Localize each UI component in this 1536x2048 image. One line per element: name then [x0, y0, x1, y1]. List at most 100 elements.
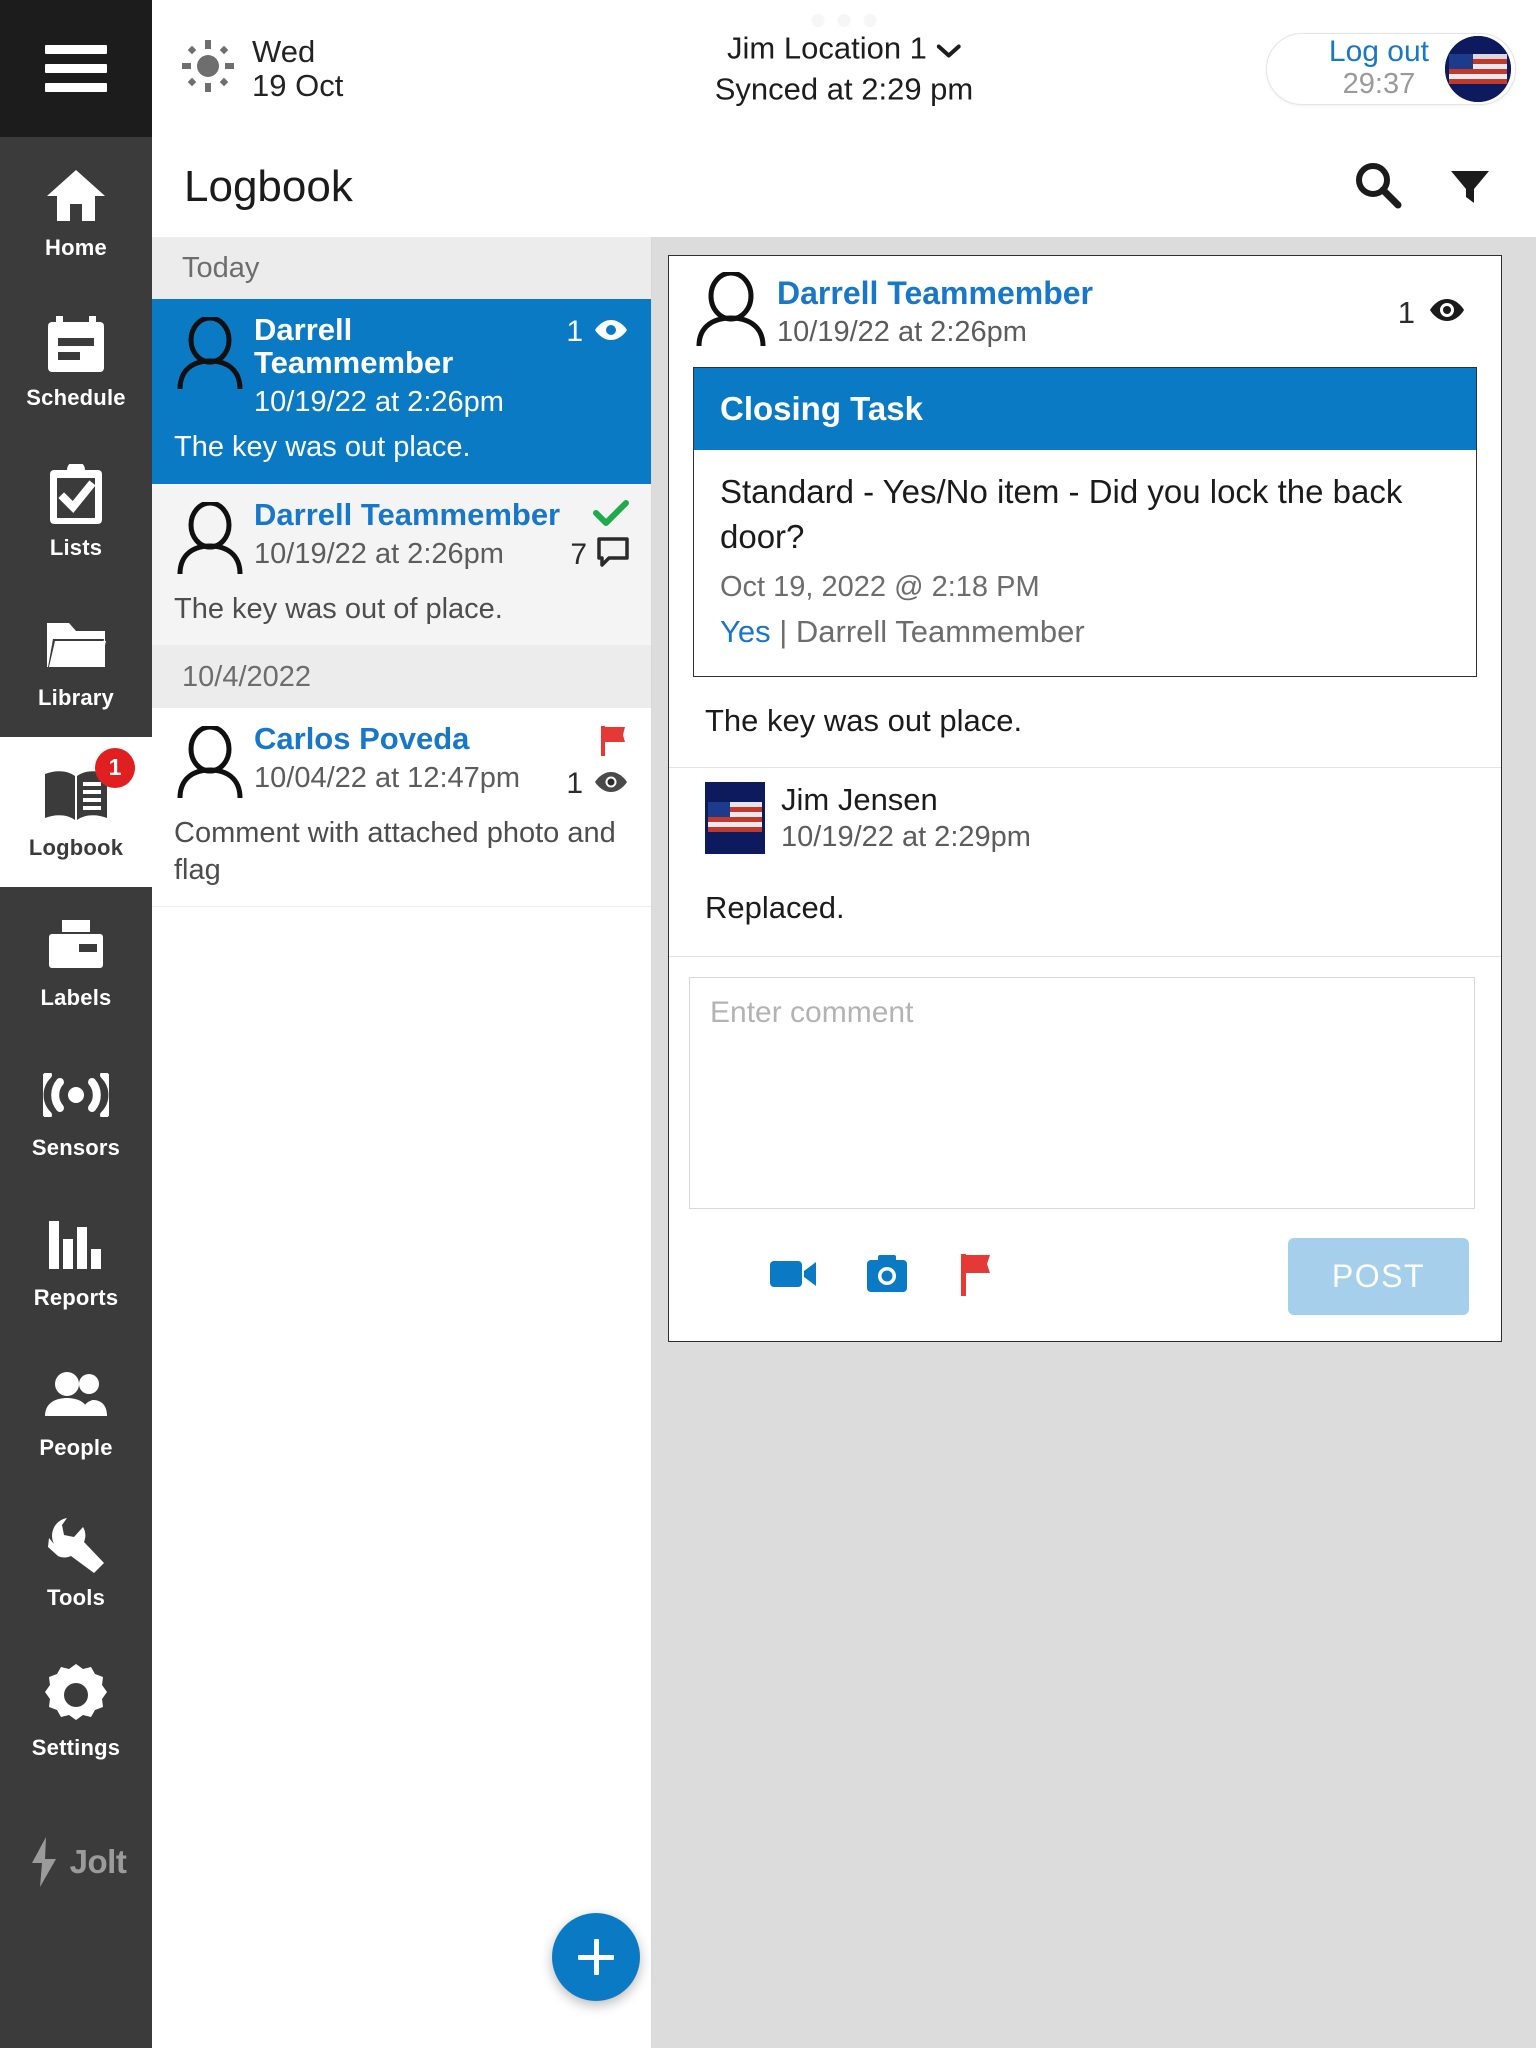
detail-card: Darrell Teammember 10/19/22 at 2:26pm 1 [668, 255, 1502, 1343]
list-item-row: Darrell Teammember 10/19/22 at 2:26pm 1 [174, 313, 629, 419]
list-item-timestamp: 10/19/22 at 2:26pm [254, 385, 504, 418]
search-icon[interactable] [1354, 161, 1402, 214]
app-root: Home Schedule Lists Library 1 Logbook La… [0, 0, 1536, 2048]
avatar[interactable] [1445, 35, 1511, 102]
chevron-down-icon [936, 30, 961, 66]
list-item-row: Carlos Poveda 10/04/22 at 12:47pm 1 [174, 722, 629, 805]
view-count-row: 1 [566, 315, 629, 349]
page-header: Logbook [152, 137, 1536, 237]
detail-view-count: 1 [1397, 294, 1415, 330]
sidebar-item-label: Settings [31, 1734, 121, 1760]
person-avatar-icon [693, 270, 769, 353]
task-answer-row: Yes | Darrell Teammember [720, 614, 1450, 650]
detail-author[interactable]: Darrell Teammember [777, 276, 1093, 311]
logbook-badge: 1 [95, 747, 135, 788]
list-item-preview: Comment with attached photo and flag [174, 817, 616, 886]
filter-icon[interactable] [1448, 163, 1492, 212]
wrench-icon [46, 1514, 106, 1576]
location-name: Jim Location 1 [727, 30, 927, 65]
list-item[interactable]: Darrell Teammember 10/19/22 at 2:26pm 1 [152, 299, 651, 485]
content-split: Today Darrell Teammember 10/19/22 at 2:2… [152, 237, 1536, 2048]
list-item-author: Darrell Teammember [254, 497, 561, 533]
list-item[interactable]: Darrell Teammember 10/19/22 at 2:26pm 7 [152, 484, 651, 647]
view-count: 1 [566, 315, 583, 348]
sun-icon [182, 40, 234, 97]
date-display: Wed 19 Oct [182, 35, 343, 102]
detail-body-text: The key was out place. [669, 677, 1501, 769]
detail-timestamp: 10/19/22 at 2:26pm [777, 315, 1027, 348]
drag-handle-dots[interactable] [811, 14, 877, 27]
sidebar-item-label: Logbook [28, 834, 124, 860]
comment-count-row: 7 [570, 537, 629, 572]
list-item-meta: Darrell Teammember 10/19/22 at 2:26pm [254, 498, 562, 570]
person-avatar-icon [174, 498, 246, 581]
comment-avatar [705, 782, 765, 855]
list-item-timestamp: 10/19/22 at 2:26pm [254, 537, 504, 570]
list-item-indicators: 1 [566, 313, 629, 349]
location-selector[interactable]: Jim Location 1 Synced at 2:29 pm [715, 30, 974, 107]
sidebar-item-people[interactable]: People [0, 1337, 152, 1487]
sidebar-item-tools[interactable]: Tools [0, 1487, 152, 1637]
sidebar-item-lists[interactable]: Lists [0, 437, 152, 587]
comment-count: 7 [570, 537, 587, 571]
sidebar-item-logbook[interactable]: 1 Logbook [0, 737, 152, 887]
detail-header: Darrell Teammember 10/19/22 at 2:26pm 1 [669, 256, 1501, 363]
folder-icon [45, 614, 107, 676]
sync-status: Synced at 2:29 pm [714, 71, 974, 106]
video-camera-icon[interactable] [769, 1257, 817, 1296]
list-group-header: Today [152, 237, 651, 299]
comment-header: Jim Jensen 10/19/22 at 2:29pm [669, 768, 1501, 868]
add-entry-button[interactable] [552, 1913, 640, 2001]
home-icon [45, 164, 107, 226]
sidebar-item-settings[interactable]: Settings [0, 1637, 152, 1787]
flag-icon[interactable] [957, 1252, 993, 1301]
closing-task-card: Closing Task Standard - Yes/No item - Di… [693, 367, 1477, 678]
sidebar-item-sensors[interactable]: Sensors [0, 1037, 152, 1187]
hamburger-menu-button[interactable] [0, 0, 152, 137]
sidebar-item-label: Lists [49, 534, 103, 560]
sidebar-item-label: Schedule [26, 384, 126, 410]
sidebar-item-label: Reports [33, 1284, 119, 1310]
sidebar-item-label: People [39, 1434, 113, 1460]
task-answer-separator: | [779, 614, 788, 650]
sidebar-item-label: Tools [46, 1584, 106, 1610]
printer-icon [45, 914, 107, 976]
person-avatar-icon [174, 722, 246, 805]
list-group-header: 10/4/2022 [152, 646, 651, 709]
list-item-author: Carlos Poveda [254, 721, 470, 757]
comment-input[interactable] [689, 977, 1475, 1210]
eye-icon [1427, 296, 1467, 329]
location-name-row: Jim Location 1 [715, 30, 974, 66]
camera-icon[interactable] [865, 1255, 909, 1298]
view-count: 1 [566, 767, 583, 801]
sidebar-nav-list: Home Schedule Lists Library 1 Logbook La… [0, 137, 152, 2048]
sidebar-item-label: Labels [40, 984, 112, 1010]
bar-chart-icon [47, 1214, 105, 1276]
comment-timestamp: 10/19/22 at 2:29pm [781, 820, 1031, 853]
sidebar-item-home[interactable]: Home [0, 137, 152, 287]
person-avatar-icon [174, 313, 246, 396]
logbook-list: Today Darrell Teammember 10/19/22 at 2:2… [152, 237, 652, 2048]
post-button[interactable]: POST [1287, 1238, 1469, 1316]
list-item-preview: The key was out place. [174, 430, 471, 463]
list-item[interactable]: Carlos Poveda 10/04/22 at 12:47pm 1 Comm… [152, 708, 651, 907]
sidebar-item-library[interactable]: Library [0, 587, 152, 737]
jolt-bolt-icon [31, 1837, 56, 1887]
task-date: Oct 19, 2022 @ 2:18 PM [720, 571, 1040, 604]
detail-author-block: Darrell Teammember 10/19/22 at 2:26pm [777, 276, 1093, 348]
logout-timer: 29:37 [1342, 67, 1416, 100]
eye-icon [593, 770, 629, 799]
sidebar-item-reports[interactable]: Reports [0, 1187, 152, 1337]
comment-text: Replaced. [669, 868, 1501, 958]
topbar: Wed 19 Oct Jim Location 1 Synced at 2:29… [152, 0, 1536, 137]
sidebar-item-labels[interactable]: Labels [0, 887, 152, 1037]
sidebar-item-schedule[interactable]: Schedule [0, 287, 152, 437]
main-area: Wed 19 Oct Jim Location 1 Synced at 2:29… [152, 0, 1536, 2048]
list-item-row: Darrell Teammember 10/19/22 at 2:26pm 7 [174, 498, 629, 581]
list-item-author: Darrell Teammember [254, 312, 454, 381]
logout-button[interactable]: Log out 29:37 [1266, 32, 1516, 105]
sidebar-item-label: Sensors [31, 1134, 121, 1160]
comment-composer: POST [669, 957, 1501, 1341]
book-icon: 1 [43, 747, 135, 826]
sidebar-item-label: Library [38, 684, 114, 710]
